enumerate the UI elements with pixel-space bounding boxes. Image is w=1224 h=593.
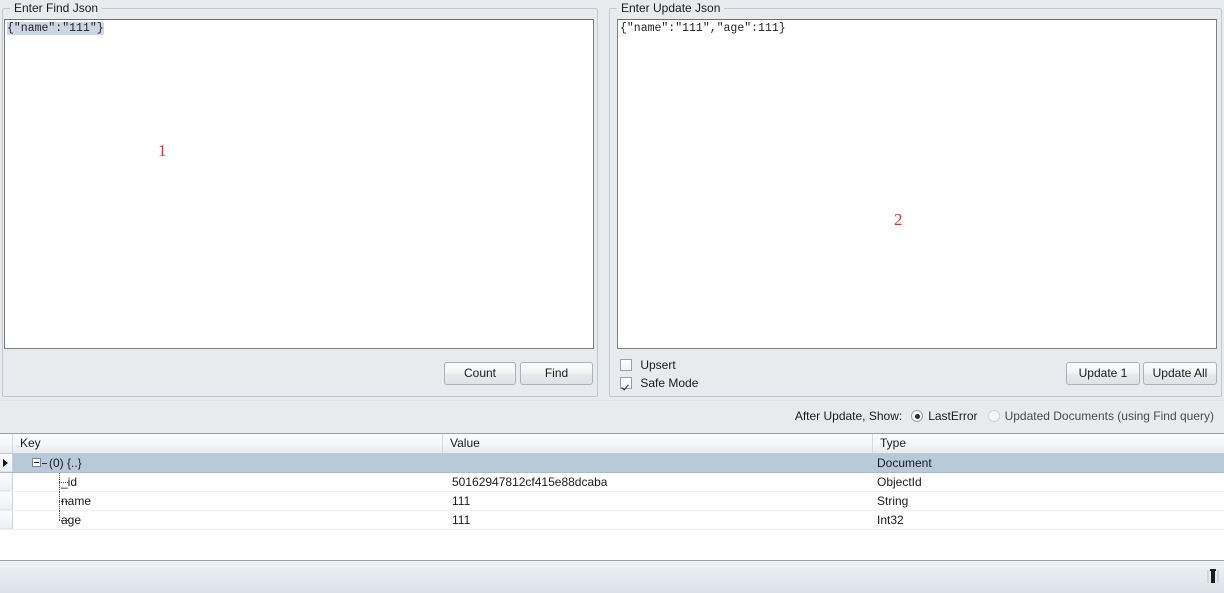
tree-node-child: name [13, 492, 443, 511]
update-all-button[interactable]: Update All [1143, 362, 1217, 385]
update-one-button[interactable]: Update 1 [1066, 362, 1140, 385]
grid-header-value[interactable]: Value [443, 434, 873, 453]
safe-mode-checkbox-row[interactable]: Safe Mode [620, 375, 698, 391]
tree-node-child: _id [13, 473, 443, 492]
update-json-text-line[interactable]: {"name":"111","age":111} [618, 20, 1216, 36]
resize-grip-icon[interactable] [1206, 569, 1220, 587]
row-key-cell[interactable]: name [13, 492, 443, 511]
row-key-label: age [61, 513, 82, 527]
resize-grip-glyph [1207, 569, 1219, 583]
after-update-options-group: After Update, Show: LastError Updated Do… [795, 409, 1224, 423]
tree-connector-line [42, 463, 47, 464]
row-type-cell[interactable]: String [873, 492, 1224, 511]
find-button[interactable]: Find [520, 362, 593, 385]
grid-header-type[interactable]: Type [873, 434, 1224, 453]
grid-body: (0) {..} Document _id 50162947812cf415e8… [0, 454, 1224, 560]
upsert-checkbox-row[interactable]: Upsert [620, 357, 676, 373]
row-key-cell[interactable]: (0) {..} [13, 454, 443, 473]
row-value-cell[interactable]: 111 [443, 492, 873, 511]
count-button[interactable]: Count [444, 362, 516, 385]
row-type-cell[interactable]: ObjectId [873, 473, 1224, 492]
row-header-gutter[interactable] [0, 492, 13, 510]
radio-last-error-dot[interactable] [911, 410, 924, 422]
current-row-arrow-icon [3, 459, 8, 467]
row-value-cell[interactable]: 50162947812cf415e88dcaba [443, 473, 873, 492]
collapse-toggle-icon[interactable] [32, 458, 41, 467]
upsert-checkbox[interactable] [620, 359, 632, 371]
row-key-cell[interactable]: _id [13, 473, 443, 492]
upsert-label: Upsert [640, 358, 676, 372]
row-header-gutter[interactable] [0, 511, 13, 529]
row-value-cell[interactable]: 111 [443, 511, 873, 530]
safe-mode-label: Safe Mode [640, 376, 699, 390]
find-json-text-line[interactable]: {"name":"111"} [5, 20, 593, 36]
row-value-cell[interactable] [443, 454, 873, 473]
radio-last-error[interactable]: LastError [911, 409, 978, 423]
update-json-textarea[interactable]: {"name":"111","age":111} [617, 19, 1217, 349]
tree-node-root: (0) {..} [13, 454, 443, 473]
top-region: Enter Find Json {"name":"111"} 1 Count F… [0, 0, 1224, 400]
find-json-textarea[interactable]: {"name":"111"} [4, 19, 594, 349]
grid-header-gutter [0, 434, 13, 453]
annotation-number-2: 2 [894, 210, 903, 229]
row-type-cell[interactable]: Document [873, 454, 1224, 473]
status-bar-divider [0, 566, 1224, 567]
table-row[interactable]: _id 50162947812cf415e88dcaba ObjectId [0, 473, 1224, 492]
row-key-label: name [61, 494, 92, 508]
result-grid[interactable]: Key Value Type (0) {..} Document _id 501… [0, 433, 1224, 560]
tree-node-child-last: age [13, 511, 443, 530]
after-update-options-bar: After Update, Show: LastError Updated Do… [0, 400, 1224, 432]
row-key-label: _id [61, 475, 78, 489]
row-type-cell[interactable]: Int32 [873, 511, 1224, 530]
safe-mode-checkbox[interactable] [620, 377, 632, 389]
grid-header-key[interactable]: Key [13, 434, 443, 453]
radio-updated-documents-label: Updated Documents (using Find query) [1004, 409, 1214, 423]
table-row[interactable]: (0) {..} Document [0, 454, 1224, 473]
row-header-gutter[interactable] [0, 454, 13, 472]
row-key-label: (0) {..} [49, 456, 82, 470]
row-key-cell[interactable]: age [13, 511, 443, 530]
mongodb-find-update-window: Enter Find Json {"name":"111"} 1 Count F… [0, 0, 1224, 593]
table-row[interactable]: name 111 String [0, 492, 1224, 511]
radio-updated-documents[interactable]: Updated Documents (using Find query) [987, 409, 1214, 423]
radio-last-error-label: LastError [928, 409, 978, 423]
after-update-label: After Update, Show: [794, 409, 903, 423]
update-groupbox-caption: Enter Update Json [617, 1, 725, 15]
status-bar [0, 560, 1224, 593]
table-row[interactable]: age 111 Int32 [0, 511, 1224, 530]
grid-header-row: Key Value Type [0, 434, 1224, 454]
find-json-selected-text[interactable]: {"name":"111"} [7, 22, 104, 35]
annotation-number-1: 1 [158, 141, 167, 160]
radio-updated-documents-dot[interactable] [987, 410, 1000, 422]
find-groupbox-caption: Enter Find Json [10, 1, 103, 15]
row-header-gutter[interactable] [0, 473, 13, 491]
